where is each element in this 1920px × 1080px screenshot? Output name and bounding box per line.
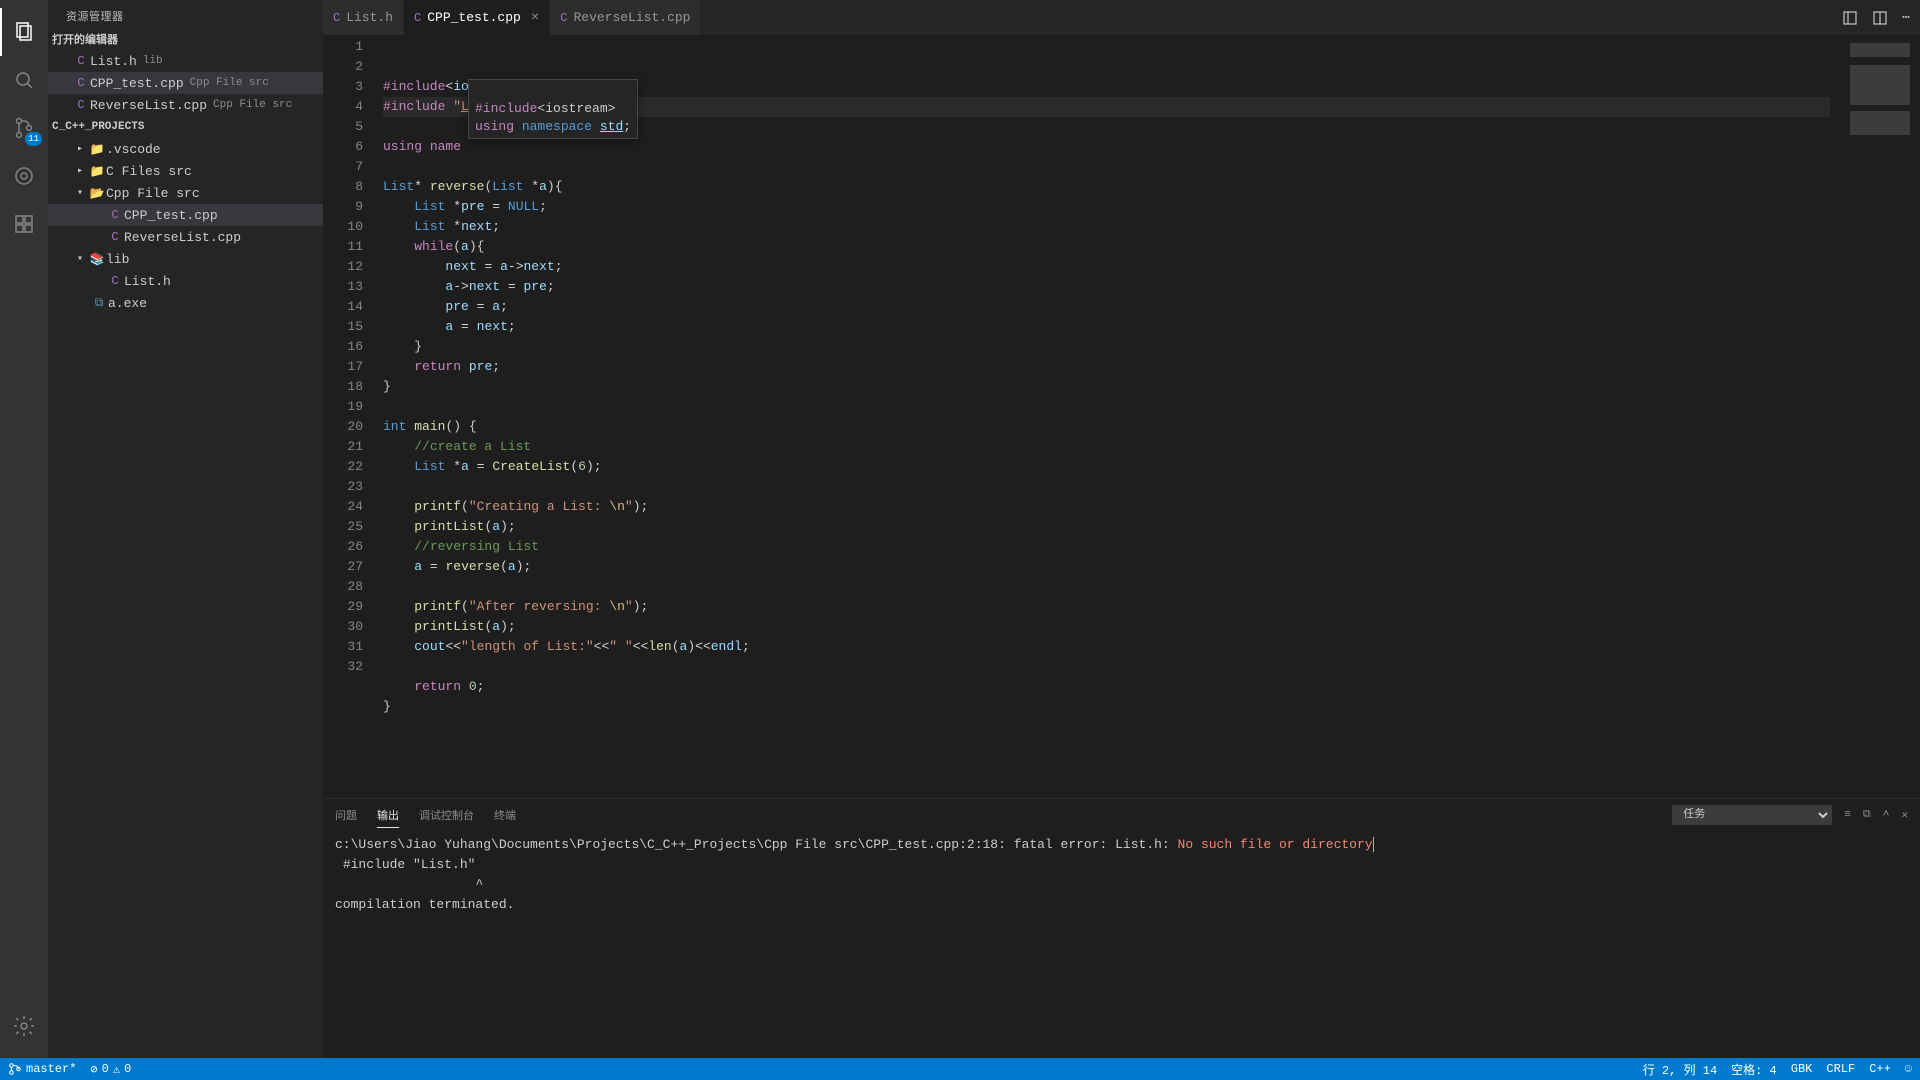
editor-tab[interactable]: CList.h (323, 0, 404, 35)
output-channel-select[interactable]: 任务 (1672, 805, 1832, 825)
clear-output-icon[interactable]: ≡ (1844, 809, 1851, 821)
code-area[interactable]: #include<iostream>#include "List.h"using… (383, 35, 1830, 798)
code-line: pre = a; (383, 297, 1830, 317)
open-changes-icon[interactable] (1842, 10, 1858, 26)
code-line: List* reverse(List *a){ (383, 177, 1830, 197)
file-aexe[interactable]: ⧉a.exe (48, 292, 323, 314)
workspace-section[interactable]: C_C++_PROJECTS (48, 116, 323, 138)
open-editor-item[interactable]: CList.hlib (48, 50, 323, 72)
status-bar: master* ⊘0⚠0 行 2, 列 14 空格: 4 GBK CRLF C+… (0, 1058, 1920, 1080)
minimap[interactable] (1830, 35, 1920, 798)
status-encoding[interactable]: GBK (1791, 1062, 1813, 1076)
status-eol[interactable]: CRLF (1826, 1062, 1855, 1076)
sidebar-title: 资源管理器 (48, 0, 323, 28)
close-panel-icon[interactable]: ✕ (1901, 808, 1908, 822)
status-spaces[interactable]: 空格: 4 (1731, 1061, 1777, 1078)
explorer-icon[interactable] (0, 8, 48, 56)
code-line: a = reverse(a); (383, 557, 1830, 577)
scm-badge: 11 (25, 132, 42, 146)
panel-tab-terminal[interactable]: 终端 (494, 803, 516, 827)
code-line (383, 397, 1830, 417)
editor: 1234567891011121314151617181920212223242… (323, 35, 1920, 798)
panel-tab-problems[interactable]: 问题 (335, 803, 357, 827)
activity-bar: 11 (0, 0, 48, 1058)
code-line: List *a = CreateList(6); (383, 457, 1830, 477)
status-lang[interactable]: C++ (1869, 1062, 1891, 1076)
code-line: cout<<"length of List:"<<" "<<len(a)<<en… (383, 637, 1830, 657)
editor-tab[interactable]: CReverseList.cpp (550, 0, 701, 35)
code-line: a->next = pre; (383, 277, 1830, 297)
line-gutter: 1234567891011121314151617181920212223242… (323, 35, 383, 798)
debug-icon[interactable] (0, 152, 48, 200)
file-item[interactable]: CCPP_test.cpp (48, 204, 323, 226)
code-line: printList(a); (383, 617, 1830, 637)
code-line (383, 657, 1830, 677)
code-line: printf("Creating a List: \n"); (383, 497, 1830, 517)
extensions-icon[interactable] (0, 200, 48, 248)
open-editors-section[interactable]: 打开的编辑器 (48, 28, 323, 50)
status-cursor[interactable]: 行 2, 列 14 (1643, 1061, 1717, 1078)
more-actions-icon[interactable]: ⋯ (1902, 10, 1910, 25)
code-line: return pre; (383, 357, 1830, 377)
maximize-panel-icon[interactable]: ˄ (1883, 809, 1890, 821)
code-line: while(a){ (383, 237, 1830, 257)
folder-lib[interactable]: 📚lib (48, 248, 323, 270)
file-item[interactable]: CList.h (48, 270, 323, 292)
code-line: next = a->next; (383, 257, 1830, 277)
code-line (383, 477, 1830, 497)
output-body[interactable]: c:\Users\Jiao Yuhang\Documents\Projects\… (323, 831, 1920, 1058)
file-item[interactable]: CReverseList.cpp (48, 226, 323, 248)
open-editor-item[interactable]: CReverseList.cppCpp File src (48, 94, 323, 116)
hover-tooltip: #include<iostream> using namespace std; (468, 79, 638, 139)
status-feedback-icon[interactable]: ☺ (1905, 1062, 1912, 1076)
code-line: } (383, 377, 1830, 397)
editor-tabs: CList.hCCPP_test.cpp×CReverseList.cpp ⋯ (323, 0, 1920, 35)
source-control-icon[interactable]: 11 (0, 104, 48, 152)
search-icon[interactable] (0, 56, 48, 104)
code-line: } (383, 337, 1830, 357)
code-line: printList(a); (383, 517, 1830, 537)
bottom-panel: 问题 输出 调试控制台 终端 任务 ≡ ⧉ ˄ ✕ c:\Users\Jiao … (323, 798, 1920, 1058)
explorer-sidebar: 资源管理器 打开的编辑器 CList.hlibCCPP_test.cppCpp … (48, 0, 323, 1058)
code-line: List *pre = NULL; (383, 197, 1830, 217)
panel-tab-output[interactable]: 输出 (377, 803, 399, 828)
code-line: a = next; (383, 317, 1830, 337)
status-problems[interactable]: ⊘0⚠0 (90, 1062, 131, 1077)
code-line: //create a List (383, 437, 1830, 457)
panel-tab-debug[interactable]: 调试控制台 (419, 803, 474, 827)
open-editor-item[interactable]: CCPP_test.cppCpp File src (48, 72, 323, 94)
editor-tab[interactable]: CCPP_test.cpp× (404, 0, 550, 35)
code-line: using name (383, 137, 1830, 157)
folder-cppfiles[interactable]: 📂Cpp File src (48, 182, 323, 204)
folder-cfiles[interactable]: 📁C Files src (48, 160, 323, 182)
status-branch[interactable]: master* (8, 1062, 76, 1076)
code-line: int main() { (383, 417, 1830, 437)
close-tab-icon[interactable]: × (531, 10, 539, 26)
code-line: printf("After reversing: \n"); (383, 597, 1830, 617)
split-editor-icon[interactable] (1872, 10, 1888, 26)
folder-vscode[interactable]: 📁.vscode (48, 138, 323, 160)
settings-gear-icon[interactable] (0, 1002, 48, 1050)
code-line (383, 577, 1830, 597)
open-log-icon[interactable]: ⧉ (1863, 809, 1871, 821)
tabs-actions: ⋯ (1842, 0, 1920, 35)
code-line: } (383, 697, 1830, 717)
code-line: List *next; (383, 217, 1830, 237)
code-line: //reversing List (383, 537, 1830, 557)
code-line (383, 157, 1830, 177)
code-line: return 0; (383, 677, 1830, 697)
